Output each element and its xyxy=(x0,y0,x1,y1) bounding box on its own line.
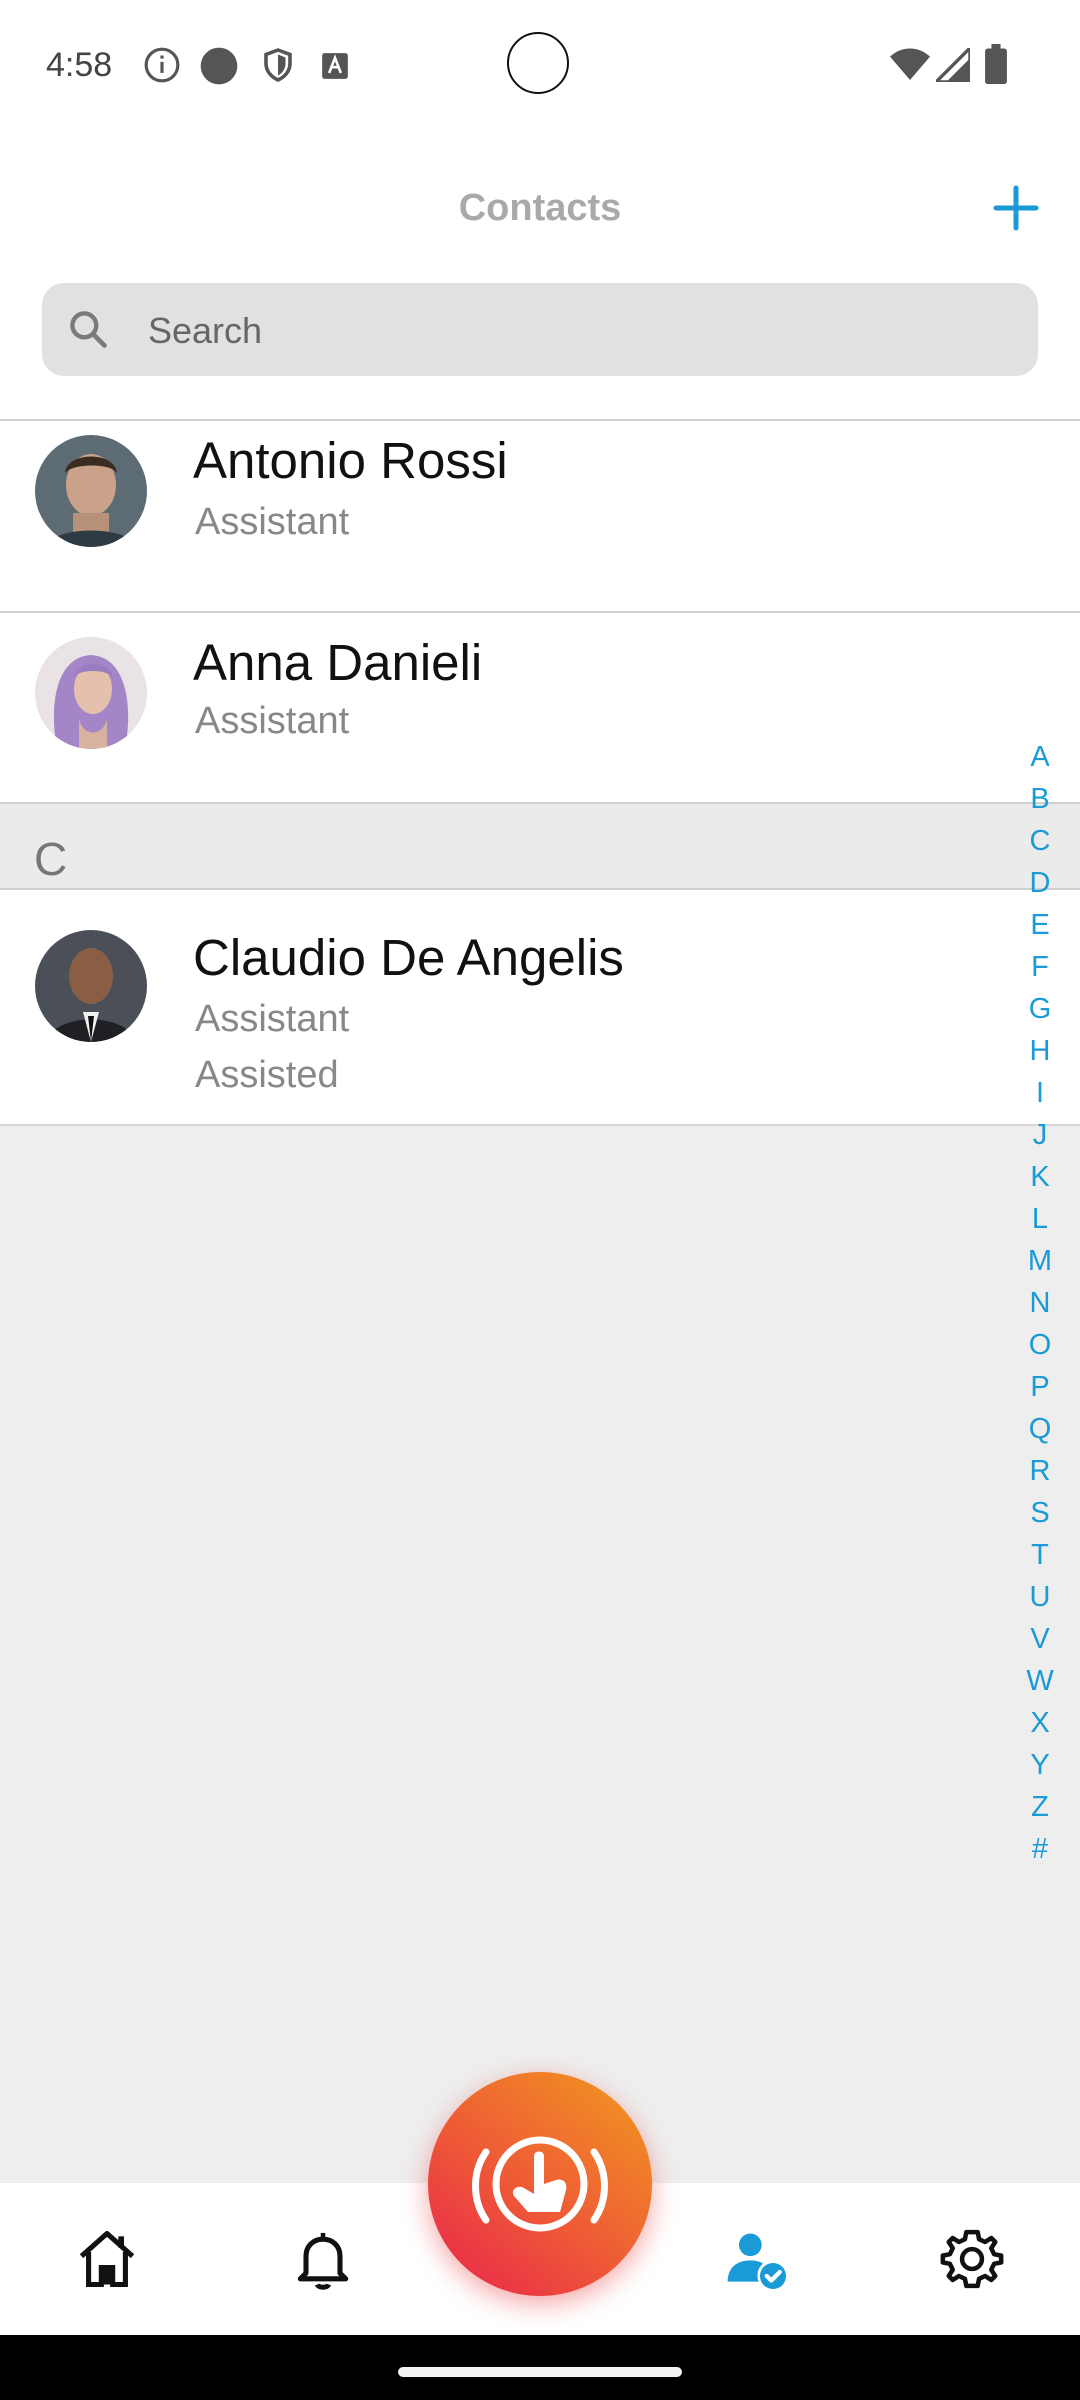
alphabet-index-letter[interactable]: O xyxy=(1020,1326,1060,1368)
plus-icon xyxy=(993,185,1039,231)
system-nav-bar xyxy=(0,2335,1080,2400)
home-gesture-handle[interactable] xyxy=(398,2367,682,2377)
contact-name: Antonio Rossi xyxy=(193,432,508,489)
alphabet-index-letter[interactable]: Y xyxy=(1020,1746,1060,1788)
contact-name: Anna Danieli xyxy=(193,634,483,691)
alphabet-index-letter[interactable]: E xyxy=(1020,906,1060,948)
status-time: 4:58 xyxy=(46,46,113,84)
alphabet-index-letter[interactable]: H xyxy=(1020,1032,1060,1074)
alphabet-index-letter[interactable]: B xyxy=(1020,780,1060,822)
alphabet-index-letter[interactable]: C xyxy=(1020,822,1060,864)
circle-icon xyxy=(199,46,239,91)
contact-list: Antonio Rossi Assistant Anna Danieli Ass… xyxy=(0,419,1080,1126)
contact-role: Assistant xyxy=(195,998,350,1040)
alphabet-index-letter[interactable]: M xyxy=(1020,1242,1060,1284)
alphabet-index-letter[interactable]: P xyxy=(1020,1368,1060,1410)
alphabet-index[interactable]: A B C D E F G H I J K L M N O P Q R S T U V W X Y Z # xyxy=(1020,738,1060,1872)
sos-button[interactable] xyxy=(428,2072,652,2296)
wifi-icon xyxy=(890,48,930,87)
add-contact-button[interactable] xyxy=(986,178,1046,238)
alphabet-index-letter[interactable]: K xyxy=(1020,1158,1060,1200)
contact-role: Assistant xyxy=(195,501,350,543)
search-bar[interactable] xyxy=(42,283,1038,378)
search-icon xyxy=(66,307,110,356)
alphabet-index-letter[interactable]: X xyxy=(1020,1704,1060,1746)
font-icon xyxy=(321,52,349,85)
avatar xyxy=(35,435,147,547)
alphabet-index-letter[interactable]: G xyxy=(1020,990,1060,1032)
alphabet-index-letter[interactable]: Z xyxy=(1020,1788,1060,1830)
contact-row-antonio-rossi[interactable]: Antonio Rossi Assistant xyxy=(0,419,1080,611)
alphabet-index-letter[interactable]: D xyxy=(1020,864,1060,906)
alphabet-index-letter[interactable]: N xyxy=(1020,1284,1060,1326)
alphabet-index-letter[interactable]: W xyxy=(1020,1662,1060,1704)
alphabet-index-letter[interactable]: L xyxy=(1020,1200,1060,1242)
contact-name: Claudio De Angelis xyxy=(193,929,624,986)
section-letter: C xyxy=(34,833,68,885)
contact-status: Assisted xyxy=(195,1054,339,1096)
signal-icon xyxy=(931,43,972,87)
alphabet-index-letter[interactable]: J xyxy=(1020,1116,1060,1158)
avatar xyxy=(35,930,147,1042)
page-title: Contacts xyxy=(458,187,622,229)
alphabet-index-letter[interactable]: I xyxy=(1020,1074,1060,1116)
avatar xyxy=(35,637,147,749)
contact-role: Assistant xyxy=(195,700,350,742)
bell-icon[interactable] xyxy=(289,2225,357,2293)
alphabet-index-letter[interactable]: U xyxy=(1020,1578,1060,1620)
list-divider xyxy=(0,1124,1080,1126)
alphabet-index-letter[interactable]: T xyxy=(1020,1536,1060,1578)
contact-row-anna-danieli[interactable]: Anna Danieli Assistant xyxy=(0,611,1080,802)
contacts-icon[interactable] xyxy=(722,2225,790,2293)
front-camera xyxy=(507,32,569,94)
info-icon xyxy=(143,46,181,89)
search-input[interactable] xyxy=(146,283,1010,378)
home-icon[interactable] xyxy=(73,2225,141,2293)
contact-row-claudio-de-angelis[interactable]: Claudio De Angelis Assistant Assisted xyxy=(0,888,1080,1124)
alphabet-index-letter[interactable]: R xyxy=(1020,1452,1060,1494)
battery-icon xyxy=(985,44,1007,89)
sos-touch-icon xyxy=(472,2136,608,2232)
alphabet-index-letter[interactable]: # xyxy=(1020,1830,1060,1872)
gear-icon[interactable] xyxy=(938,2225,1006,2293)
alphabet-index-letter[interactable]: V xyxy=(1020,1620,1060,1662)
section-header-c: C xyxy=(0,802,1080,888)
shield-icon xyxy=(260,46,296,89)
alphabet-index-letter[interactable]: Q xyxy=(1020,1410,1060,1452)
alphabet-index-letter[interactable]: S xyxy=(1020,1494,1060,1536)
header: Contacts xyxy=(0,130,1080,420)
status-bar: 4:58 xyxy=(0,0,1080,130)
alphabet-index-letter[interactable]: A xyxy=(1020,738,1060,780)
alphabet-index-letter[interactable]: F xyxy=(1020,948,1060,990)
